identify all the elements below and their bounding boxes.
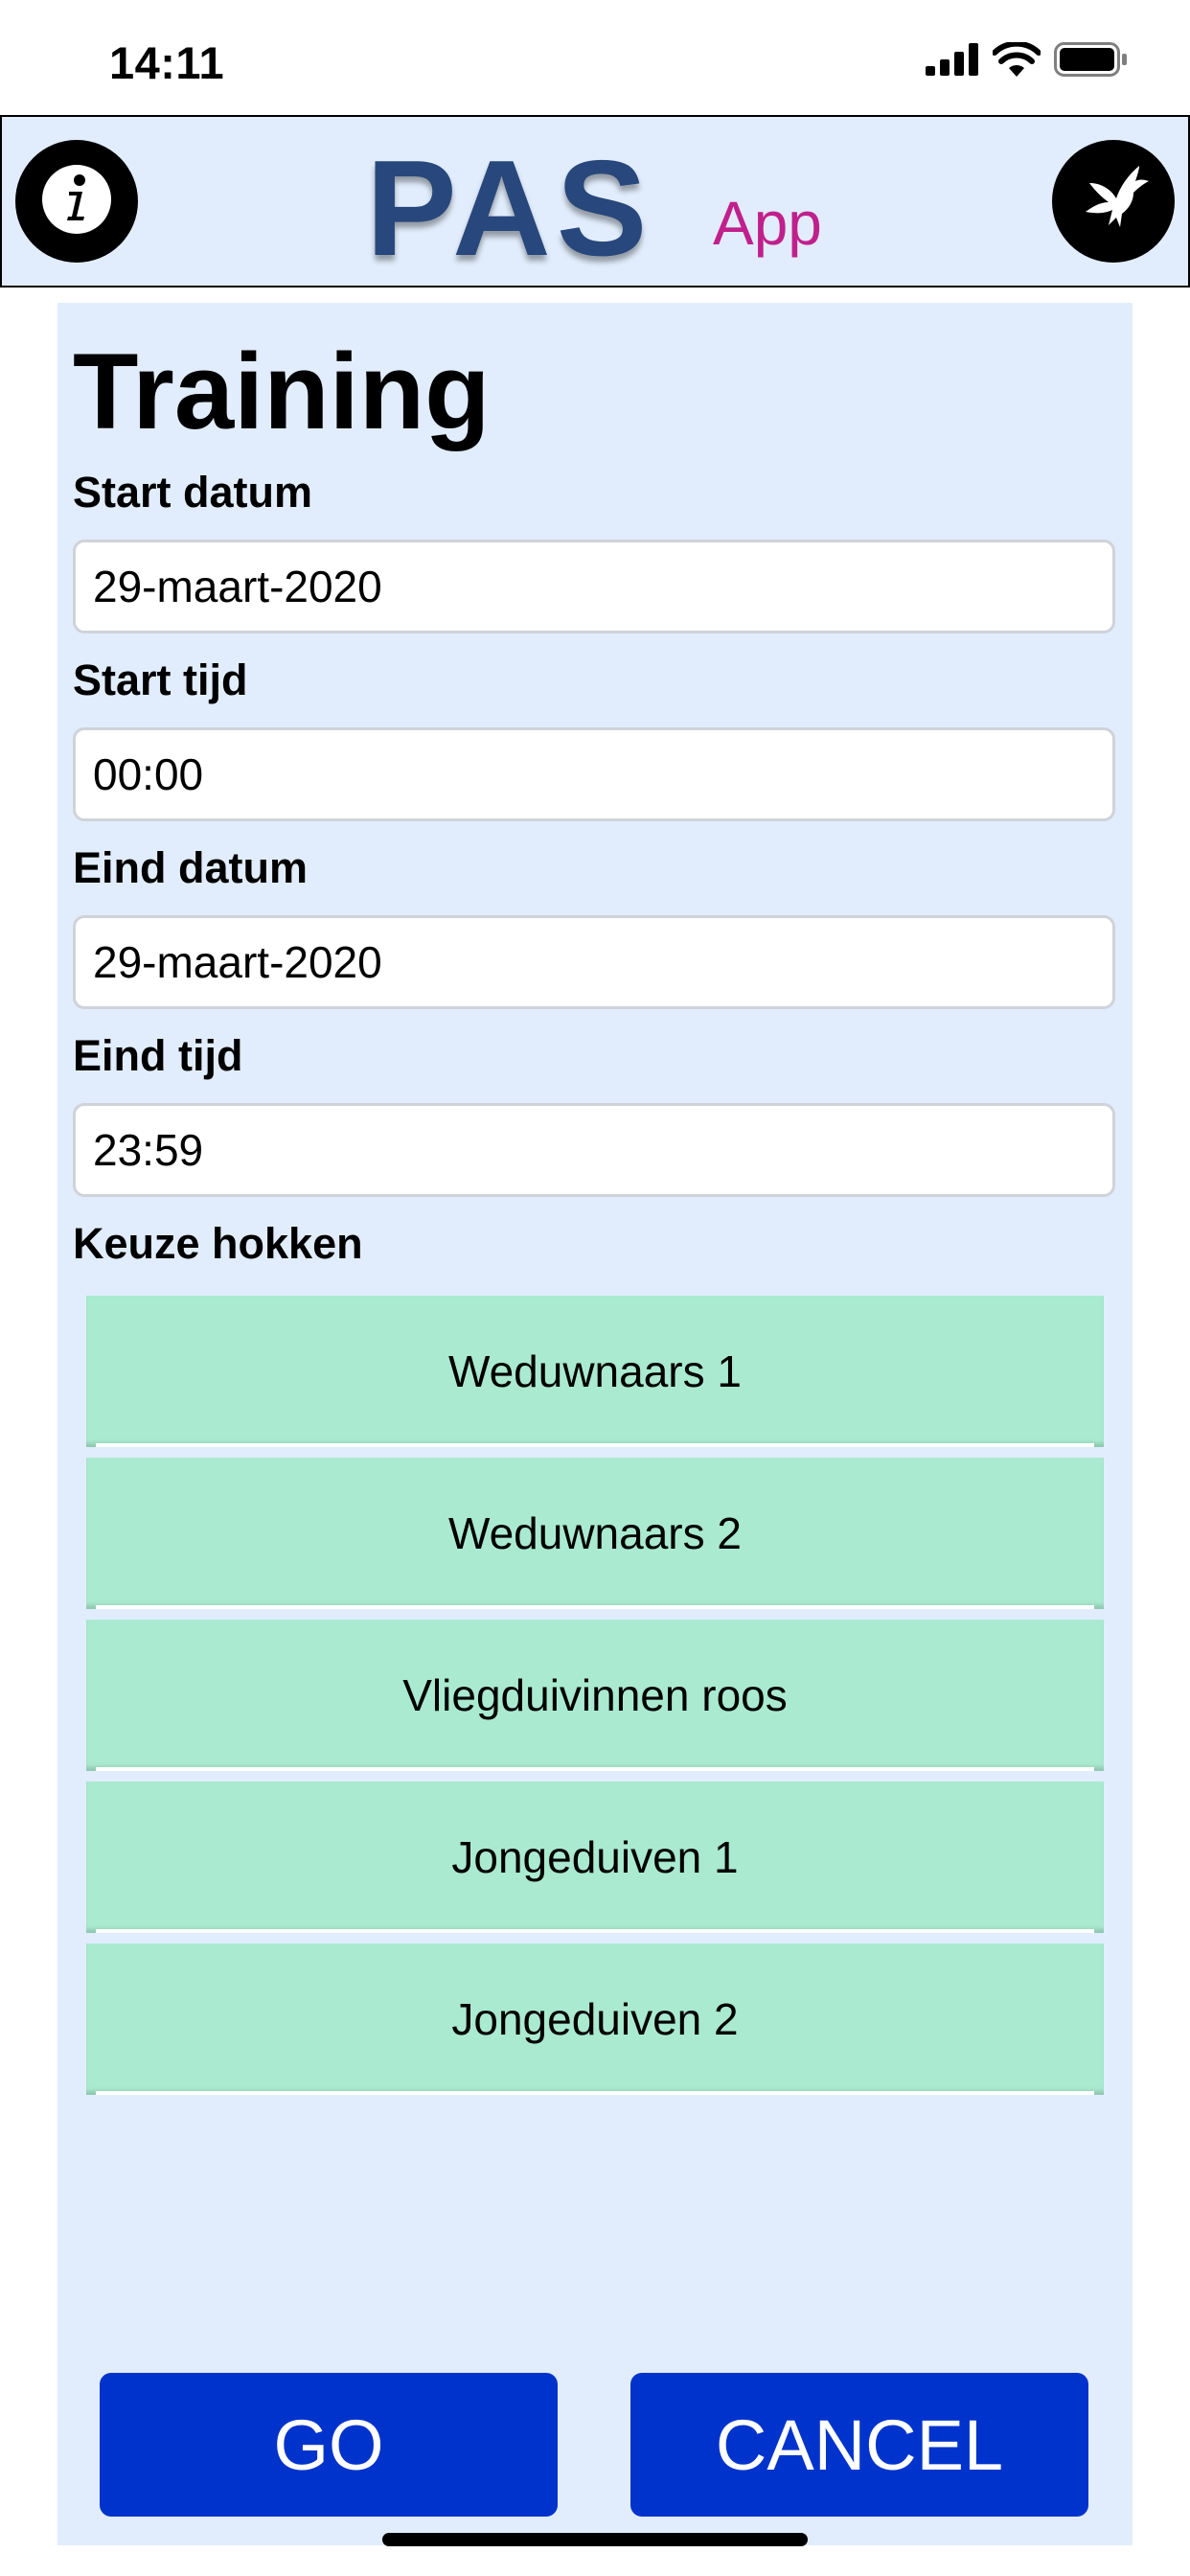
go-button[interactable]: GO bbox=[100, 2373, 558, 2517]
group-list: Weduwnaars 1 Weduwnaars 2 Vliegduivinnen… bbox=[86, 1296, 1104, 2105]
status-bar: 14:11 bbox=[0, 0, 1190, 115]
end-date-field[interactable] bbox=[73, 915, 1115, 1009]
groups-label: Keuze hokken bbox=[73, 1219, 363, 1268]
start-time-label: Start tijd bbox=[73, 656, 248, 704]
group-item-jongeduiven-1[interactable]: Jongeduiven 1 bbox=[86, 1782, 1104, 1933]
group-item-weduwnaars-2[interactable]: Weduwnaars 2 bbox=[86, 1458, 1104, 1609]
logo-sub-text: App bbox=[713, 189, 822, 258]
status-time: 14:11 bbox=[109, 37, 225, 88]
signal-icon bbox=[926, 43, 979, 76]
group-item-vliegduivinnen-roos[interactable]: Vliegduivinnen roos bbox=[86, 1620, 1104, 1771]
info-icon bbox=[38, 161, 115, 242]
group-item-jongeduiven-2[interactable]: Jongeduiven 2 bbox=[86, 1944, 1104, 2095]
dove-button[interactable] bbox=[1052, 140, 1175, 263]
end-time-field[interactable] bbox=[73, 1103, 1115, 1197]
info-button[interactable] bbox=[15, 140, 138, 263]
start-date-field[interactable] bbox=[73, 540, 1115, 633]
training-panel: Training Start datum Start tijd Eind dat… bbox=[57, 303, 1133, 2545]
end-date-label: Eind datum bbox=[73, 843, 308, 892]
app-header: PAS App bbox=[0, 115, 1190, 288]
page-title: Training bbox=[73, 332, 491, 451]
end-time-label: Eind tijd bbox=[73, 1031, 243, 1080]
dove-icon bbox=[1072, 158, 1155, 245]
start-date-label: Start datum bbox=[73, 468, 313, 517]
start-time-field[interactable] bbox=[73, 727, 1115, 821]
home-indicator[interactable] bbox=[382, 2533, 808, 2546]
group-item-weduwnaars-1[interactable]: Weduwnaars 1 bbox=[86, 1296, 1104, 1447]
cancel-button[interactable]: CANCEL bbox=[630, 2373, 1088, 2517]
status-icons bbox=[926, 42, 1129, 77]
battery-icon bbox=[1054, 42, 1129, 77]
wifi-icon bbox=[993, 42, 1041, 77]
app-logo: PAS App bbox=[366, 132, 826, 285]
logo-main-text: PAS bbox=[366, 132, 653, 285]
